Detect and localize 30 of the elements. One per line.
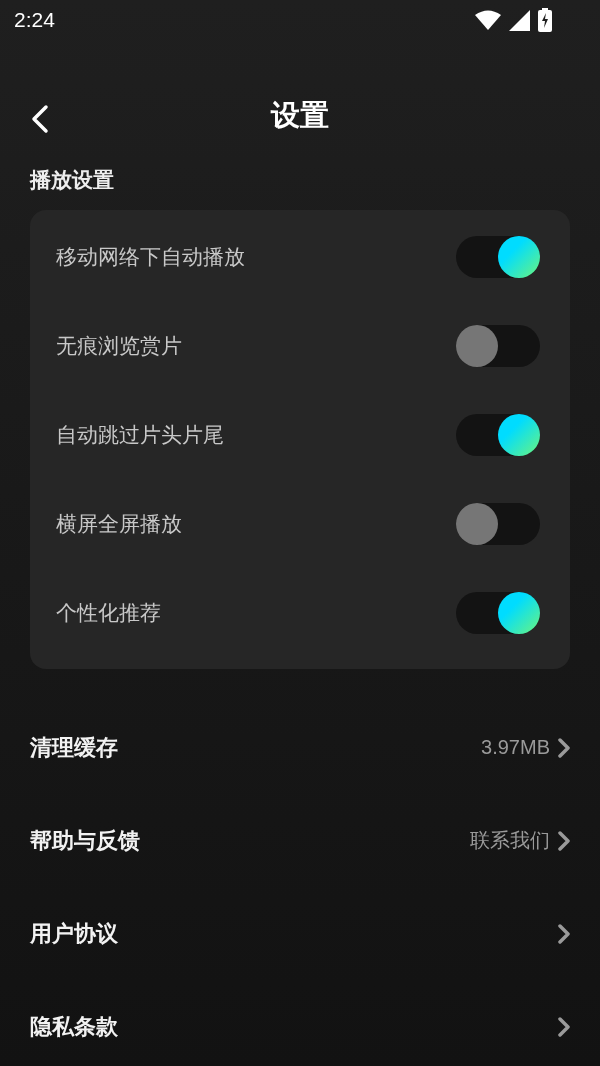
chevron-right-icon: [558, 737, 570, 758]
settings-link-row[interactable]: 用户协议: [0, 887, 600, 980]
setting-label: 个性化推荐: [56, 599, 161, 627]
toggle-switch[interactable]: [456, 502, 540, 545]
link-label: 用户协议: [30, 919, 118, 948]
link-label: 帮助与反馈: [30, 826, 140, 855]
settings-link-row[interactable]: 帮助与反馈 联系我们: [0, 794, 600, 887]
setting-label: 移动网络下自动播放: [56, 243, 245, 271]
battery-charging-icon: [538, 8, 552, 32]
signal-icon: [509, 9, 530, 31]
chevron-right-icon: [558, 830, 570, 851]
toggle-switch[interactable]: [456, 235, 540, 278]
toggle-switch[interactable]: [456, 591, 540, 634]
settings-link-row[interactable]: 清理缓存 3.97MB: [0, 701, 600, 794]
setting-label: 横屏全屏播放: [56, 510, 182, 538]
toggle-switch[interactable]: [456, 324, 540, 367]
section-title: 播放设置: [28, 167, 115, 194]
settings-link-row[interactable]: 隐私条款: [0, 980, 600, 1066]
wifi-icon: [475, 10, 501, 30]
link-value: 3.97MB: [481, 736, 550, 759]
toggle-switch[interactable]: [456, 413, 540, 456]
link-label: 清理缓存: [30, 733, 118, 762]
setting-label: 无痕浏览赏片: [56, 332, 182, 360]
chevron-right-icon: [558, 923, 570, 944]
link-label: 隐私条款: [30, 1012, 118, 1041]
link-value: 联系我们: [470, 828, 550, 853]
page-title: 设置: [271, 97, 329, 134]
chevron-right-icon: [558, 1016, 570, 1037]
status-time: 2:24: [14, 8, 55, 32]
setting-label: 自动跳过片头片尾: [56, 421, 224, 449]
